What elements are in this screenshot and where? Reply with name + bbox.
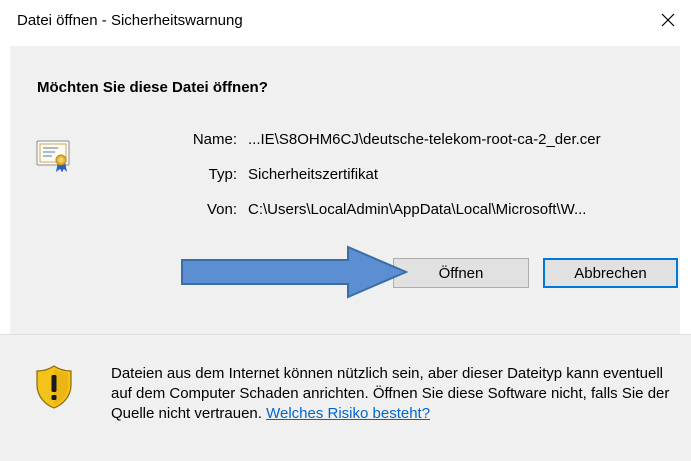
warning-message: Dateien aus dem Internet können nützlich…	[111, 364, 686, 424]
arrow-right-icon	[181, 245, 409, 299]
dialog-question: Möchten Sie diese Datei öffnen?	[37, 79, 268, 96]
type-label: Typ:	[208, 166, 237, 183]
close-icon	[661, 13, 675, 27]
title-bar: Datei öffnen - Sicherheitswarnung	[0, 0, 691, 44]
risk-link[interactable]: Welches Risiko besteht?	[266, 405, 430, 422]
name-label: Name:	[192, 131, 237, 148]
from-label: Von:	[206, 201, 237, 218]
window-title: Datei öffnen - Sicherheitswarnung	[17, 12, 243, 29]
close-button[interactable]	[645, 0, 691, 40]
type-value: Sicherheitszertifikat	[248, 166, 379, 183]
open-button[interactable]: Öffnen	[393, 258, 529, 288]
shield-warning-icon	[36, 365, 72, 409]
certificate-icon	[36, 140, 70, 172]
from-value: C:\Users\LocalAdmin\AppData\Local\Micros…	[248, 201, 587, 218]
name-value: ...IE\S8OHM6CJ\deutsche-telekom-root-ca-…	[248, 131, 601, 148]
cancel-button[interactable]: Abbrechen	[543, 258, 678, 288]
